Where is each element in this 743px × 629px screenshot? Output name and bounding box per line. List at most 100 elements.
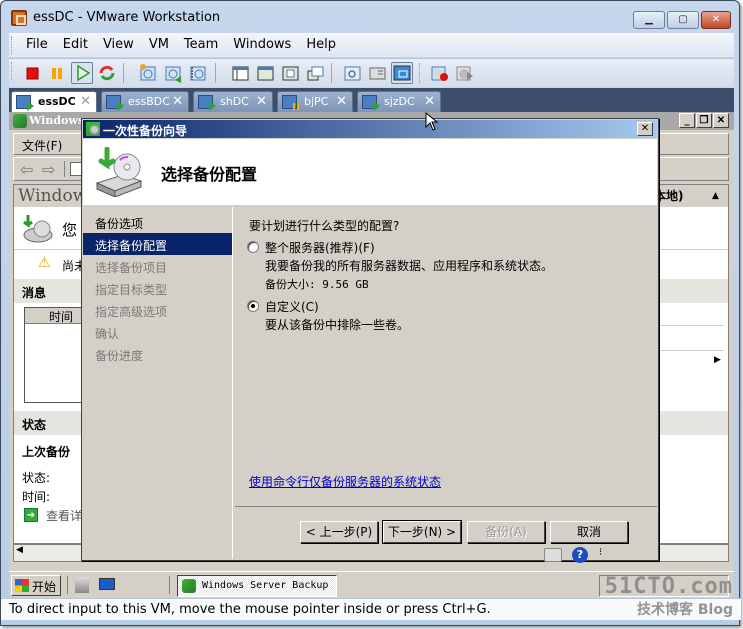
- system-state-cmdline-link[interactable]: 使用命令行仅备份服务器的系统状态: [249, 473, 441, 490]
- record-button[interactable]: [429, 62, 451, 84]
- step-specify-destination-type: 指定目标类型: [95, 283, 168, 297]
- toolbar-grip[interactable]: [11, 62, 14, 80]
- tab-bjpc[interactable]: bjPC ✕: [277, 91, 353, 112]
- unity-button[interactable]: [304, 62, 326, 84]
- menu-file[interactable]: File: [19, 33, 56, 52]
- vm-paused-icon: [282, 95, 299, 110]
- scroll-left-icon[interactable]: ◀: [16, 545, 23, 555]
- taskbar-item-windows-server-backup[interactable]: Windows Server Backup: [177, 575, 337, 597]
- tab-essdc[interactable]: essDC ✕: [11, 91, 97, 112]
- menu-view[interactable]: View: [96, 33, 142, 52]
- vmware-app-icon: [11, 10, 27, 26]
- collapse-arrow-icon[interactable]: ▲: [712, 185, 719, 207]
- help-icon[interactable]: ?: [572, 547, 588, 563]
- custom-radio[interactable]: [247, 300, 259, 312]
- snapshot-manager-button[interactable]: [187, 62, 209, 84]
- next-button[interactable]: 下一步(N) >: [382, 520, 462, 544]
- summary-icon: [369, 67, 386, 80]
- cancel-button[interactable]: 取消: [550, 521, 628, 543]
- custom-description: 要从该备份中排除一些卷。: [265, 318, 410, 332]
- menu-vm[interactable]: VM: [142, 33, 177, 52]
- forward-arrow-icon[interactable]: ⇨: [42, 160, 55, 179]
- step-backup-progress: 备份进度: [95, 349, 144, 363]
- menu-bar: File Edit View VM Team Windows Help: [9, 33, 734, 57]
- quick-switch-button[interactable]: [279, 62, 301, 84]
- vm-settings-button[interactable]: [341, 62, 363, 84]
- pause-icon: [52, 68, 62, 79]
- revert-icon: [165, 66, 181, 83]
- wizard-steps: 备份选项 选择备份配置 选择备份项目 指定目标类型 指定高级选项 确认 备份进度: [83, 207, 233, 559]
- mmc-menu-file[interactable]: 文件(F): [22, 139, 62, 153]
- reset-button[interactable]: [96, 62, 118, 84]
- power-off-button[interactable]: [21, 62, 43, 84]
- keyboard-icon[interactable]: [544, 548, 562, 562]
- tab-close-icon[interactable]: ✕: [336, 94, 347, 109]
- close-button[interactable]: ✕: [701, 11, 731, 29]
- window-title: essDC - VMware Workstation: [33, 10, 221, 25]
- tab-essbdc[interactable]: essBDC ✕: [101, 91, 189, 112]
- time-column-header[interactable]: 时间: [25, 308, 83, 324]
- vm-running-icon: [106, 95, 124, 111]
- record-icon: [431, 66, 448, 81]
- console-tab-button[interactable]: [391, 62, 413, 84]
- menubar-grip[interactable]: [11, 36, 14, 54]
- backup-app-icon: [13, 114, 27, 128]
- wizard-header: 选择备份配置: [83, 139, 657, 205]
- server-manager-icon[interactable]: [75, 577, 89, 593]
- reset-icon: [99, 65, 115, 81]
- step-specify-advanced-options: 指定高级选项: [95, 305, 168, 319]
- back-arrow-icon[interactable]: ⇦: [20, 160, 33, 179]
- snapshot-manager-icon: [190, 66, 206, 81]
- wizard-title-bar[interactable]: 一次性备份向导 ✕: [83, 120, 657, 138]
- full-screen-button[interactable]: [254, 62, 276, 84]
- step-select-backup-config[interactable]: 选择备份配置: [83, 233, 232, 255]
- view-details-link[interactable]: 查看详: [46, 507, 82, 524]
- console-icon: [393, 65, 411, 81]
- backup-wizard-dialog: 一次性备份向导 ✕ 选择备份配置 备份选项 选择备份配置 选择备份项目 指定目标…: [81, 118, 659, 561]
- wizard-close-button[interactable]: ✕: [637, 122, 653, 136]
- messages-list[interactable]: 时间: [24, 307, 84, 403]
- suspend-button[interactable]: [46, 62, 68, 84]
- arrow-right-icon: ➜: [24, 508, 38, 522]
- unity-icon: [307, 66, 324, 81]
- tab-close-icon[interactable]: ✕: [256, 94, 267, 109]
- title-bar[interactable]: essDC - VMware Workstation ▁ ▢ ✕: [1, 1, 739, 33]
- replay-button[interactable]: [454, 62, 476, 84]
- show-desktop-icon[interactable]: [99, 578, 115, 590]
- step-backup-options[interactable]: 备份选项: [83, 211, 232, 233]
- vm-running-icon: [362, 95, 380, 111]
- menu-help[interactable]: Help: [299, 33, 344, 52]
- status-message: To direct input to this VM, move the mou…: [9, 602, 491, 617]
- tab-shdc[interactable]: shDC ✕: [193, 91, 273, 112]
- revert-snapshot-button[interactable]: [162, 62, 184, 84]
- menu-edit[interactable]: Edit: [56, 33, 96, 52]
- full-server-label[interactable]: 整个服务器(推荐)(F): [265, 239, 375, 256]
- vm-tab-strip: essDC ✕ essBDC ✕ shDC ✕ bjPC ✕ sjzDC ✕: [9, 88, 734, 112]
- overflow-icon[interactable]: ⁝: [599, 547, 602, 558]
- menu-windows[interactable]: Windows: [226, 33, 299, 52]
- take-snapshot-button[interactable]: [137, 62, 159, 84]
- back-button[interactable]: < 上一步(P): [300, 521, 378, 543]
- custom-label[interactable]: 自定义(C): [265, 298, 319, 315]
- maximize-button[interactable]: ▢: [667, 11, 699, 29]
- toolbar: [9, 58, 734, 87]
- watermark: 51CTO.com 技术博客 Blog: [604, 574, 733, 618]
- sidebar-view-icon: [232, 66, 249, 81]
- mmc-close-button[interactable]: ✕: [713, 113, 729, 128]
- tab-close-icon[interactable]: ✕: [424, 94, 435, 109]
- tab-sjzdc[interactable]: sjzDC ✕: [357, 91, 441, 112]
- start-button[interactable]: 开始: [11, 575, 61, 596]
- console-view-button[interactable]: [229, 62, 251, 84]
- mmc-minimize-button[interactable]: _: [679, 113, 695, 128]
- expand-arrow-icon[interactable]: ▶: [714, 355, 721, 365]
- summary-view-button[interactable]: [366, 62, 388, 84]
- minimize-button[interactable]: ▁: [633, 11, 665, 29]
- step-confirmation: 确认: [95, 327, 120, 341]
- menu-team[interactable]: Team: [177, 33, 226, 52]
- full-server-radio[interactable]: [247, 241, 259, 253]
- tab-close-icon[interactable]: ✕: [80, 94, 91, 109]
- tab-close-icon[interactable]: ✕: [172, 94, 183, 109]
- mmc-restore-button[interactable]: ❐: [696, 113, 712, 128]
- power-on-button[interactable]: [71, 62, 93, 84]
- backup-button: 备份(A): [467, 521, 545, 543]
